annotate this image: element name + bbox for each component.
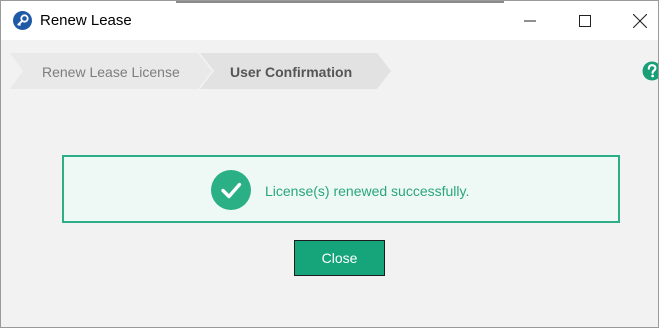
breadcrumb: Renew Lease License User Confirmation	[1, 53, 421, 89]
close-button[interactable]: Close	[294, 240, 385, 276]
window-close-button[interactable]	[617, 1, 658, 40]
title-bar-divider	[176, 1, 504, 3]
breadcrumb-step-user-confirmation: User Confirmation	[230, 64, 353, 80]
title-bar: Renew Lease	[1, 1, 658, 40]
success-message-text: License(s) renewed successfully.	[265, 183, 470, 199]
check-circle-icon	[211, 170, 251, 210]
minimize-button[interactable]	[507, 1, 553, 40]
close-icon	[633, 13, 647, 28]
maximize-button[interactable]	[562, 1, 608, 40]
help-icon[interactable]	[642, 61, 658, 81]
minimize-icon	[524, 20, 536, 21]
key-icon	[13, 11, 32, 30]
renew-lease-dialog: Renew Lease Renew Lease License User Con…	[0, 0, 659, 328]
window-title: Renew Lease	[40, 12, 132, 29]
maximize-icon	[579, 14, 591, 27]
breadcrumb-step-renew-lease-license: Renew Lease License	[42, 64, 180, 80]
success-message-box: License(s) renewed successfully.	[62, 155, 620, 223]
